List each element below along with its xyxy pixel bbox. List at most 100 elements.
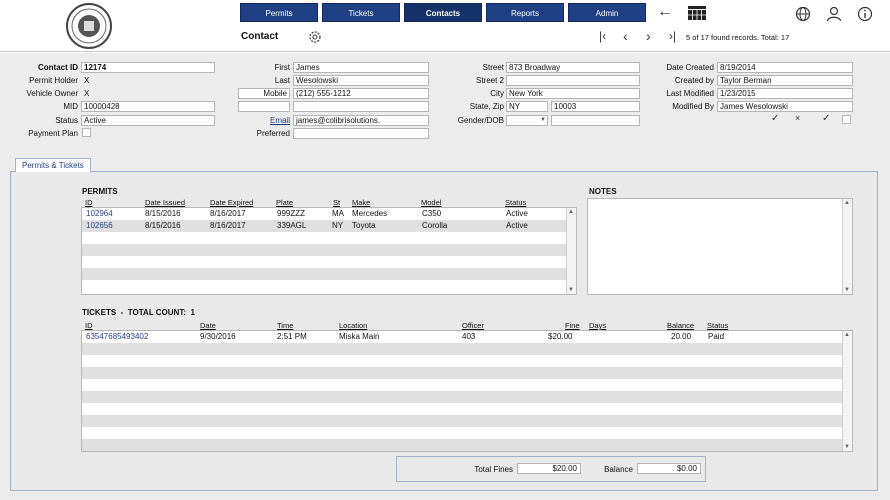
info-icon[interactable] [857, 6, 873, 22]
permits-col-date-expired[interactable]: Date Expired [210, 198, 253, 207]
permit-id-link[interactable]: 102964 [86, 209, 113, 218]
chevron-up-icon[interactable]: ▲ [844, 332, 850, 338]
preferred-field[interactable] [293, 128, 429, 139]
phone-field-2[interactable] [293, 101, 429, 112]
mid-label: MID [63, 102, 78, 111]
email-link[interactable]: Email [240, 116, 290, 125]
status-label: Status [55, 116, 78, 125]
next-record-icon[interactable]: › [646, 28, 651, 44]
permits-col-plate[interactable]: Plate [276, 198, 293, 207]
table-row [82, 367, 852, 379]
checkmark-icon-2[interactable]: ✓ [822, 113, 830, 124]
tickets-col-id[interactable]: ID [85, 321, 93, 330]
permit-holder-checkbox[interactable]: X [84, 76, 89, 85]
permits-col-make[interactable]: Make [352, 198, 370, 207]
permits-col-st[interactable]: St [333, 198, 340, 207]
street2-label: Street 2 [475, 76, 504, 85]
chevron-down-icon[interactable]: ▼ [844, 444, 850, 450]
table-row[interactable]: 63547685493402 9/30/2016 2:51 PM Miska M… [82, 331, 852, 343]
permits-col-id[interactable]: ID [85, 198, 93, 207]
table-row [82, 403, 852, 415]
first-record-icon[interactable]: |‹ [599, 29, 606, 43]
ticket-status: Paid [708, 332, 725, 341]
tickets-col-date[interactable]: Date [200, 321, 216, 330]
permit-plate: 999ZZZ [277, 209, 306, 218]
mobile-dropdown[interactable]: Mobile [238, 88, 290, 99]
mid-field[interactable]: 10000428 [81, 101, 215, 112]
nav-permits-button[interactable]: Permits [240, 3, 318, 22]
created-by-field: Taylor Berman [717, 75, 853, 86]
tickets-col-status[interactable]: Status [707, 321, 728, 330]
tickets-col-balance[interactable]: Balance [667, 321, 694, 330]
table-row [82, 379, 852, 391]
payment-plan-checkbox[interactable] [82, 128, 91, 137]
tickets-col-time[interactable]: Time [277, 321, 293, 330]
preferred-label: Preferred [256, 129, 290, 138]
checkmark-icon[interactable]: ✓ [771, 113, 779, 124]
permit-plate: 339AGL [277, 221, 307, 230]
table-row [82, 256, 576, 268]
back-arrow-icon[interactable]: ← [657, 3, 673, 21]
chevron-down-icon: ▼ [540, 117, 546, 123]
permit-model: C350 [422, 209, 442, 218]
street-field[interactable]: 873 Broadway [506, 62, 640, 73]
nav-tickets-button[interactable]: Tickets [322, 3, 400, 22]
permit-id-link[interactable]: 102656 [86, 221, 113, 230]
state-field[interactable]: NY [506, 101, 548, 112]
vehicle-owner-checkbox[interactable]: X [84, 89, 89, 98]
confirm-checkbox[interactable] [842, 115, 851, 124]
chevron-up-icon[interactable]: ▲ [844, 200, 850, 206]
street2-field[interactable] [506, 75, 640, 86]
permits-col-status[interactable]: Status [505, 198, 526, 207]
table-row [82, 415, 852, 427]
last-name-field[interactable]: Wesolowski [293, 75, 429, 86]
tickets-col-officer[interactable]: Officer [462, 321, 484, 330]
tickets-scrollbar[interactable]: ▲ ▼ [842, 331, 852, 451]
permits-col-model[interactable]: Model [421, 198, 441, 207]
prev-record-icon[interactable]: ‹ [623, 28, 628, 44]
modified-by-label: Modified By [672, 102, 714, 111]
notes-scrollbar[interactable]: ▲ ▼ [842, 199, 852, 294]
tickets-col-location[interactable]: Location [339, 321, 367, 330]
gender-dob-label: Gender/DOB [457, 116, 504, 125]
notes-section-title: NOTES [589, 187, 617, 196]
tickets-col-days[interactable]: Days [589, 321, 606, 330]
chevron-down-icon[interactable]: ▼ [844, 287, 850, 293]
chevron-up-icon[interactable]: ▲ [568, 209, 574, 215]
permits-col-date-issued[interactable]: Date Issued [145, 198, 185, 207]
contact-id-field[interactable]: 12174 [81, 62, 215, 73]
mobile-field[interactable]: (212) 555-1212 [293, 88, 429, 99]
city-field[interactable]: New York [506, 88, 640, 99]
tickets-section-title: TICKETS - TOTAL COUNT: 1 [82, 308, 195, 317]
email-field[interactable]: james@colibrisolutions. [293, 115, 429, 126]
permits-scrollbar[interactable]: ▲ ▼ [566, 208, 576, 294]
total-fines-label: Total Fines [474, 465, 513, 474]
dob-field[interactable] [551, 115, 640, 126]
nav-admin-button[interactable]: Admin [568, 3, 646, 22]
permit-date-expired: 8/16/2017 [210, 221, 246, 230]
gear-icon[interactable] [307, 29, 323, 45]
contact-id-label: Contact ID [38, 63, 78, 72]
first-name-field[interactable]: James [293, 62, 429, 73]
phone-type-field-2[interactable] [238, 101, 290, 112]
tickets-col-fine[interactable]: Fine [565, 321, 580, 330]
zip-field[interactable]: 10003 [551, 101, 640, 112]
close-icon[interactable]: × [795, 113, 800, 123]
user-icon[interactable] [826, 6, 842, 22]
tab-permits-tickets[interactable]: Permits & Tickets [15, 158, 91, 172]
status-field[interactable]: Active [81, 115, 215, 126]
globe-icon[interactable] [795, 6, 811, 22]
nav-reports-button[interactable]: Reports [486, 3, 564, 22]
notes-textarea[interactable]: ▲ ▼ [587, 198, 853, 295]
nav-contacts-button[interactable]: Contacts [404, 3, 482, 22]
permit-status: Active [506, 221, 528, 230]
chevron-down-icon[interactable]: ▼ [568, 287, 574, 293]
ticket-id-link[interactable]: 63547685493402 [86, 332, 148, 341]
vehicle-owner-label: Vehicle Owner [26, 89, 78, 98]
table-row [82, 268, 576, 280]
grid-icon[interactable] [688, 6, 706, 20]
table-row[interactable]: 102656 8/15/2016 8/16/2017 339AGL NY Toy… [82, 220, 576, 232]
created-by-label: Created by [674, 76, 714, 85]
last-record-icon[interactable]: ›| [669, 29, 676, 43]
table-row[interactable]: 102964 8/15/2016 8/16/2017 999ZZZ MA Mer… [82, 208, 576, 220]
